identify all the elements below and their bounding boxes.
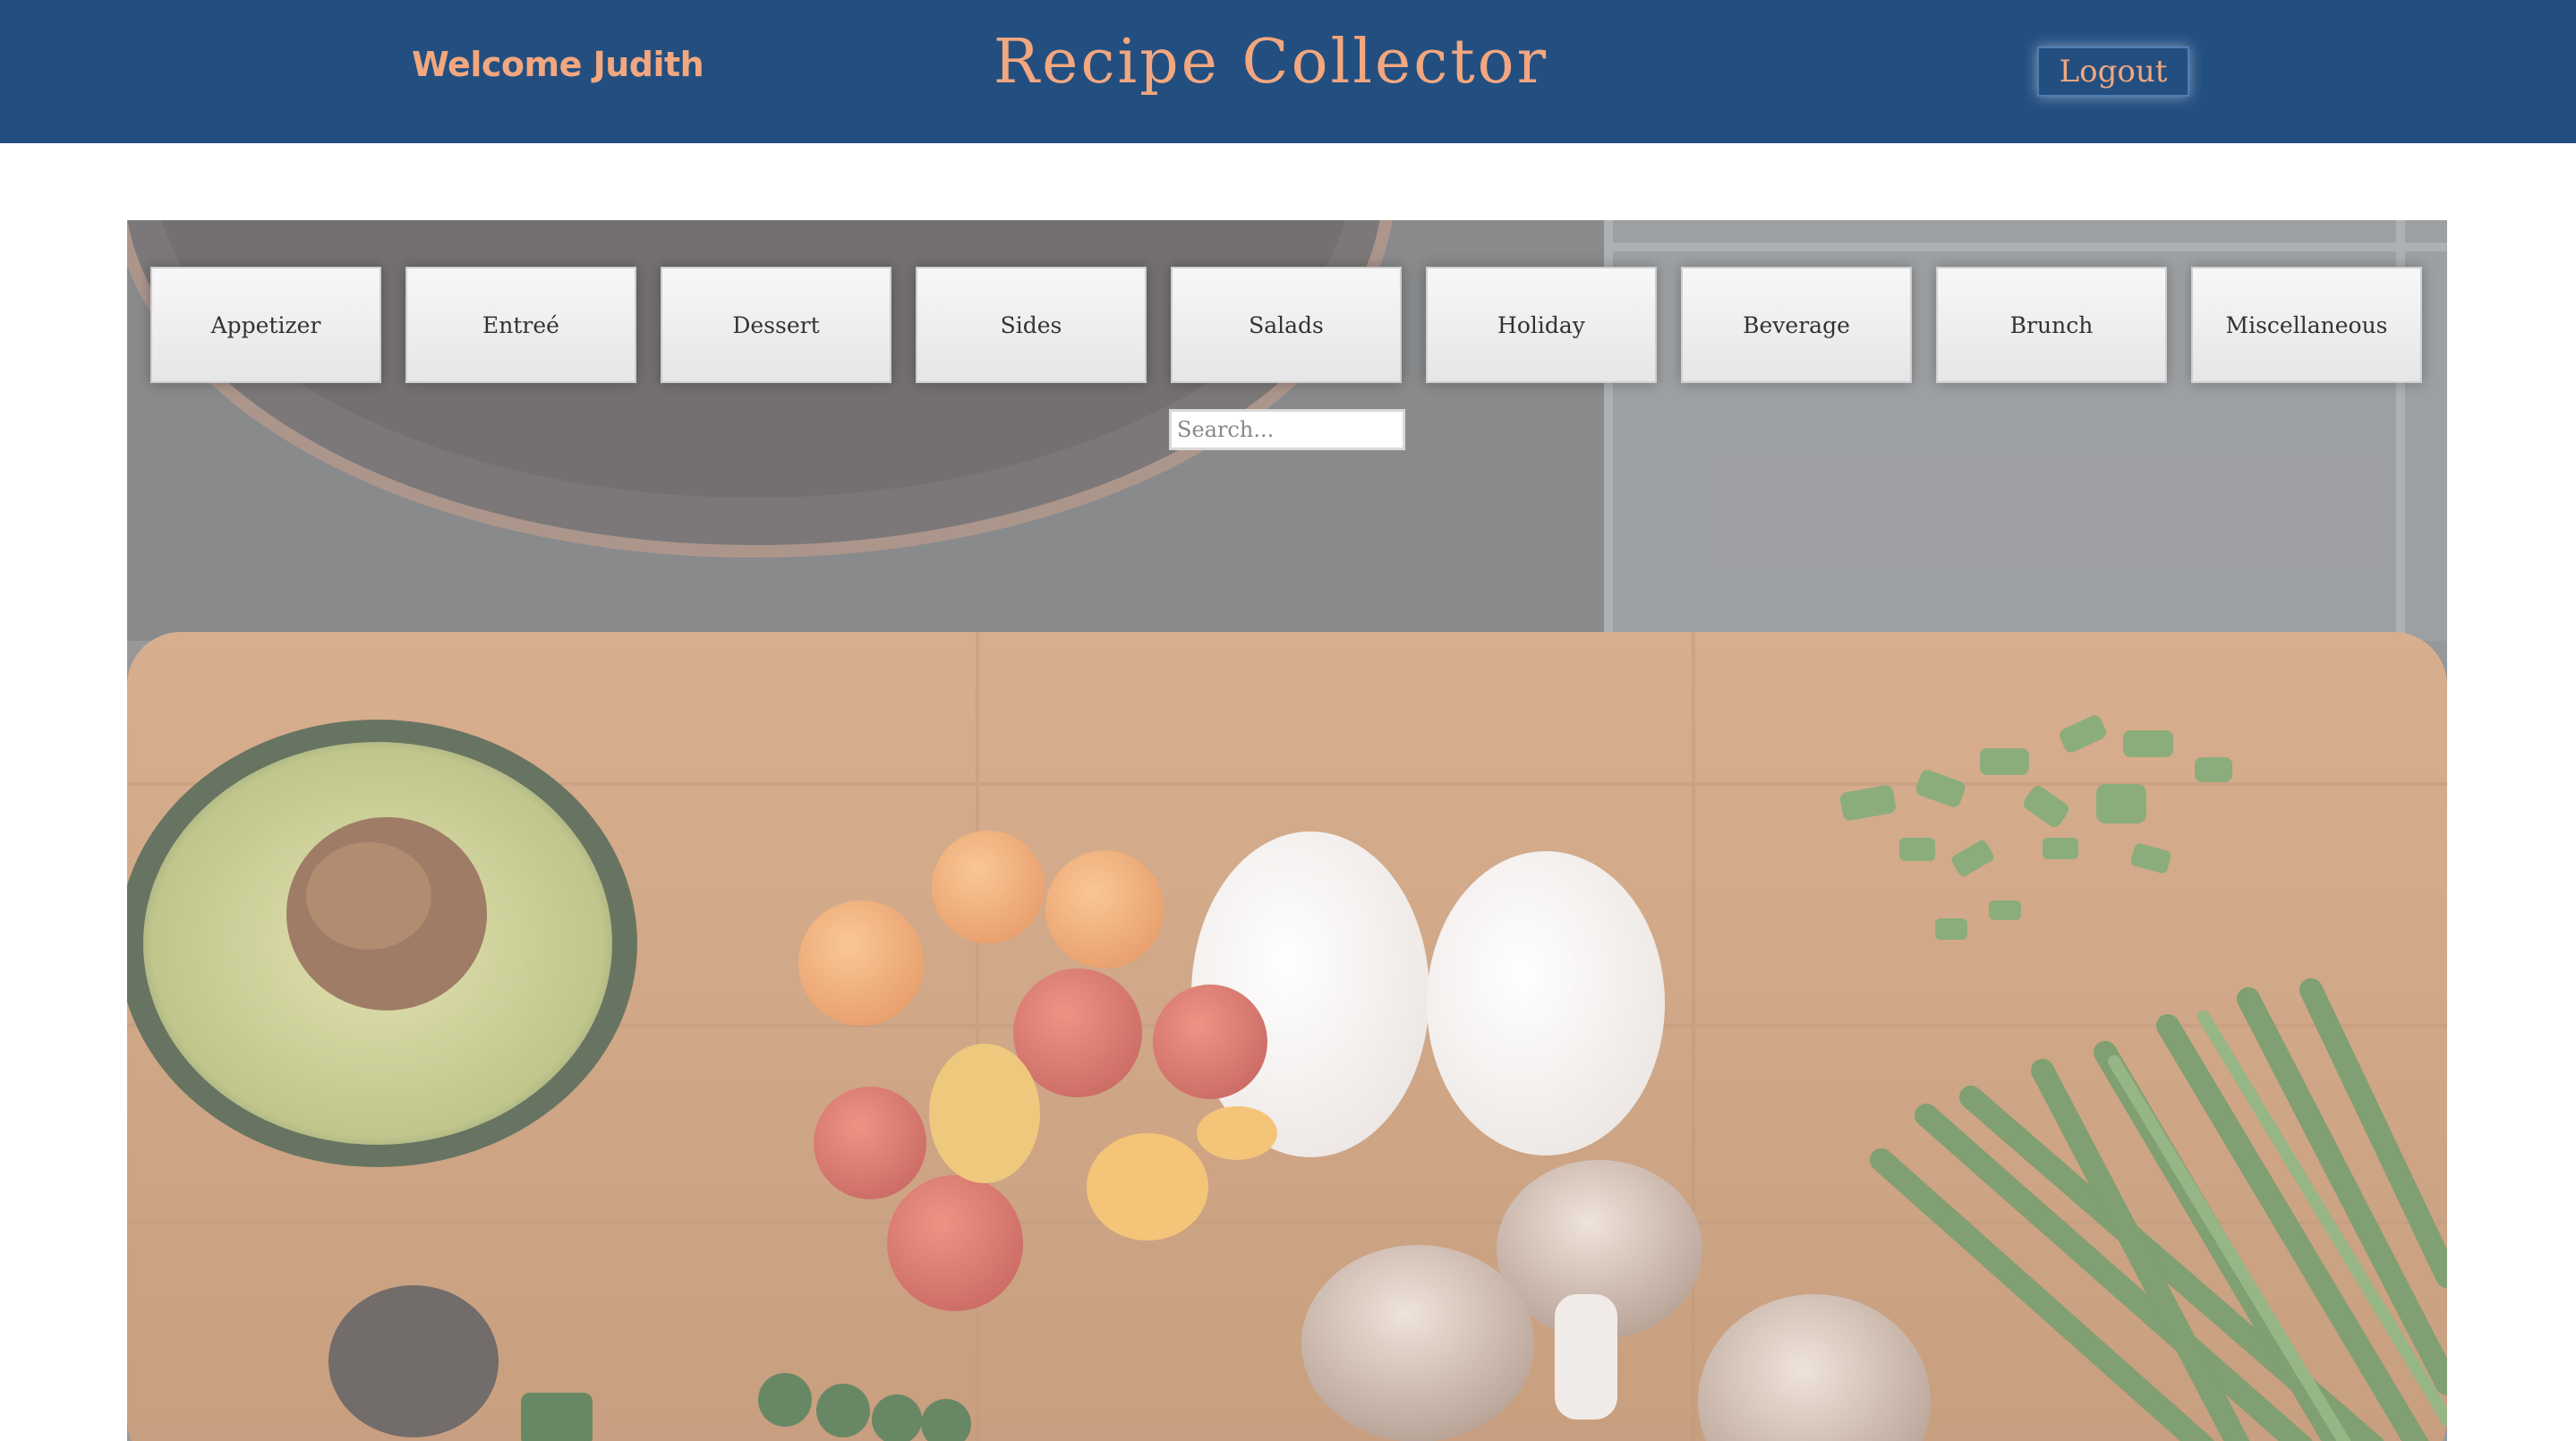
logout-button[interactable]: Logout <box>2037 47 2189 97</box>
category-entree-button[interactable]: Entreé <box>405 267 636 383</box>
category-beverage-button[interactable]: Beverage <box>1681 267 1912 383</box>
image-overlay <box>127 220 2447 1441</box>
category-nav: Appetizer Entreé Dessert Sides Salads Ho… <box>150 267 2422 383</box>
search-input[interactable] <box>1169 409 1405 450</box>
category-dessert-button[interactable]: Dessert <box>661 267 891 383</box>
category-holiday-button[interactable]: Holiday <box>1426 267 1657 383</box>
category-sides-button[interactable]: Sides <box>916 267 1147 383</box>
welcome-message: Welcome Judith <box>412 45 704 84</box>
hero-food-image <box>127 220 2447 1441</box>
top-header: Welcome Judith Recipe Collector Logout <box>0 0 2576 143</box>
category-salads-button[interactable]: Salads <box>1171 267 1402 383</box>
category-miscellaneous-button[interactable]: Miscellaneous <box>2191 267 2422 383</box>
category-appetizer-button[interactable]: Appetizer <box>150 267 381 383</box>
category-brunch-button[interactable]: Brunch <box>1936 267 2167 383</box>
